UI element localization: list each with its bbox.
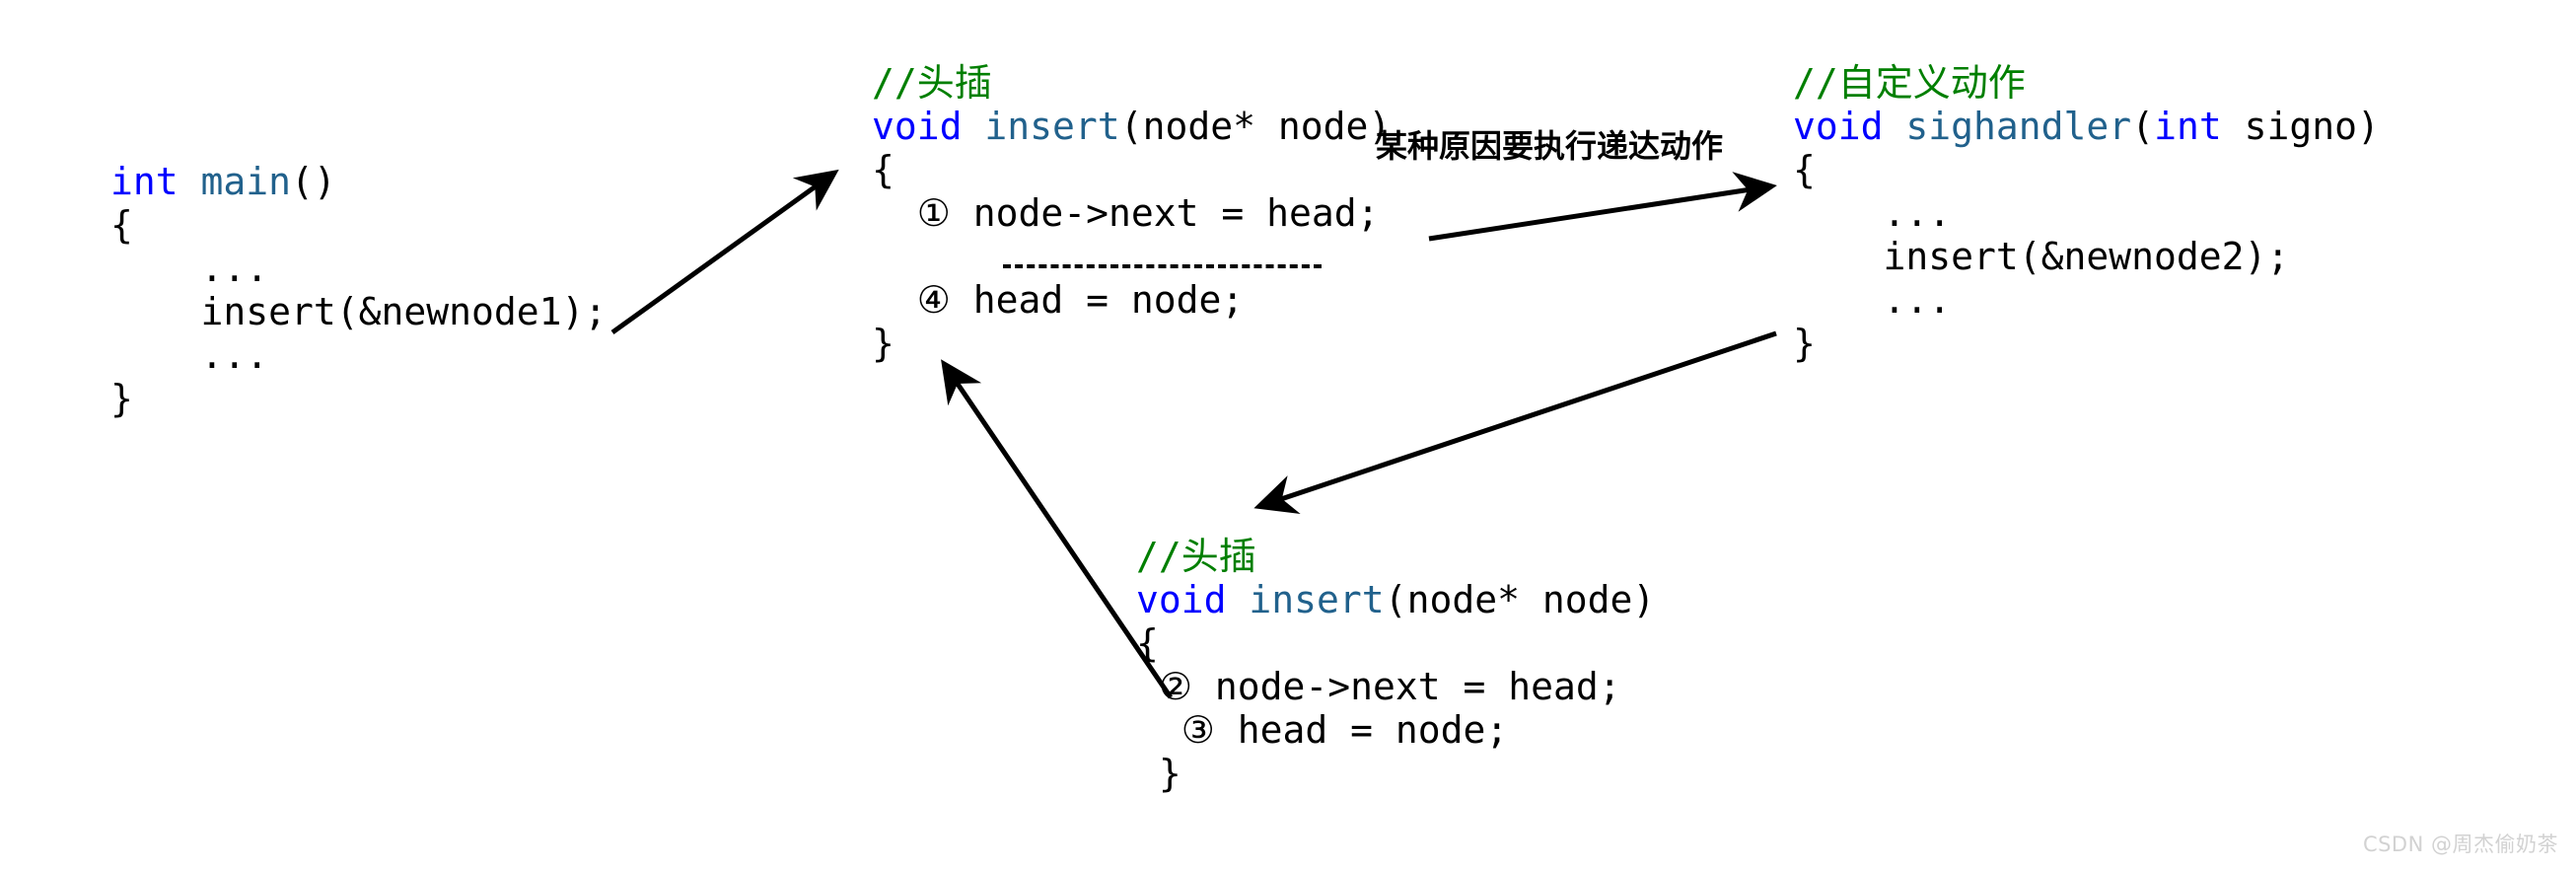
code-token: insert(&newnode2); xyxy=(1793,235,2290,278)
arrow-main-to-insert-first xyxy=(610,169,839,335)
code-token: (node* node) xyxy=(1384,578,1656,621)
code-token: //头插 xyxy=(1136,535,1256,578)
code-line: } xyxy=(110,377,607,420)
code-token: } xyxy=(110,377,133,420)
code-token: { xyxy=(1793,148,1816,191)
code-line: void insert(node* node) xyxy=(1136,578,1655,621)
code-token: int xyxy=(2154,105,2222,148)
code-token: } xyxy=(1136,752,1181,795)
code-line: void insert(node* node) xyxy=(872,105,1391,148)
code-token: ① node->next = head; xyxy=(872,191,1380,235)
diagram-canvas: int main(){ ... insert(&newnode1); ...} … xyxy=(0,0,2576,870)
code-line: ② node->next = head; xyxy=(1136,665,1655,708)
arrow-insert-first-to-sighandler xyxy=(1428,172,1777,242)
code-token: ... xyxy=(110,333,269,377)
code-line: { xyxy=(1136,621,1655,665)
code-line: { xyxy=(872,148,1391,191)
code-token: } xyxy=(872,322,894,365)
code-token: insert xyxy=(984,105,1120,148)
code-line xyxy=(872,235,1391,278)
code-line: } xyxy=(1136,752,1655,795)
code-line: } xyxy=(1793,322,2380,365)
code-token: (node* node) xyxy=(1119,105,1392,148)
code-token: int xyxy=(110,160,179,203)
code-line: } xyxy=(872,322,1391,365)
code-line: //自定义动作 xyxy=(1793,61,2380,105)
code-line: void sighandler(int signo) xyxy=(1793,105,2380,148)
code-token: ... xyxy=(110,247,269,290)
code-block-insert-second: //头插 void insert(node* node){ ② node->nex… xyxy=(1136,535,1655,795)
code-token: sighandler xyxy=(1905,105,2132,148)
code-token: { xyxy=(110,203,133,247)
reason-note: 某种原因要执行递达动作 xyxy=(1376,127,1724,165)
code-token: //自定义动作 xyxy=(1793,61,2026,105)
code-token: //头插 xyxy=(872,61,992,105)
code-token: ④ head = node; xyxy=(872,278,1245,322)
code-token: ... xyxy=(1793,191,1952,235)
code-line: ... xyxy=(110,333,607,377)
code-line: ③ head = node; xyxy=(1136,708,1655,752)
code-token: main xyxy=(200,160,292,203)
code-line: ... xyxy=(1793,191,2380,235)
code-line: ④ head = node; xyxy=(872,278,1391,322)
code-block-insert-first: //头插 void insert(node* node){ ① node->nex… xyxy=(872,61,1391,365)
code-token: insert(&newnode1); xyxy=(110,290,608,333)
code-token: void xyxy=(1793,105,1884,148)
code-line: ... xyxy=(1793,278,2380,322)
code-line: { xyxy=(1793,148,2380,191)
code-token: signo) xyxy=(2221,105,2380,148)
code-line: insert(&newnode2); xyxy=(1793,235,2380,278)
code-token: ③ head = node; xyxy=(1136,708,1509,752)
code-token: } xyxy=(1793,322,1816,365)
code-token: ( xyxy=(2131,105,2155,148)
code-line: ... xyxy=(110,247,607,290)
code-block-main: int main(){ ... insert(&newnode1); ...} xyxy=(110,160,607,420)
code-token: () xyxy=(291,160,336,203)
code-token: { xyxy=(872,148,894,191)
csdn-watermark: CSDN @周杰偷奶茶 xyxy=(2362,833,2558,856)
code-block-sighandler: //自定义动作 void sighandler(int signo){ ... i… xyxy=(1793,61,2380,365)
code-token: { xyxy=(1136,621,1159,665)
code-line: { xyxy=(110,203,607,247)
code-token: void xyxy=(1136,578,1227,621)
code-line: int main() xyxy=(110,160,607,203)
code-line: ① node->next = head; xyxy=(872,191,1391,235)
code-token: ... xyxy=(1793,278,1952,322)
code-token: ② node->next = head; xyxy=(1136,665,1621,708)
code-line: insert(&newnode1); xyxy=(110,290,608,333)
interrupt-separator-line xyxy=(1003,264,1322,268)
code-token: insert xyxy=(1249,578,1385,621)
code-line: //头插 xyxy=(872,61,1391,105)
code-token: void xyxy=(872,105,963,148)
code-line: //头插 xyxy=(1136,535,1655,578)
